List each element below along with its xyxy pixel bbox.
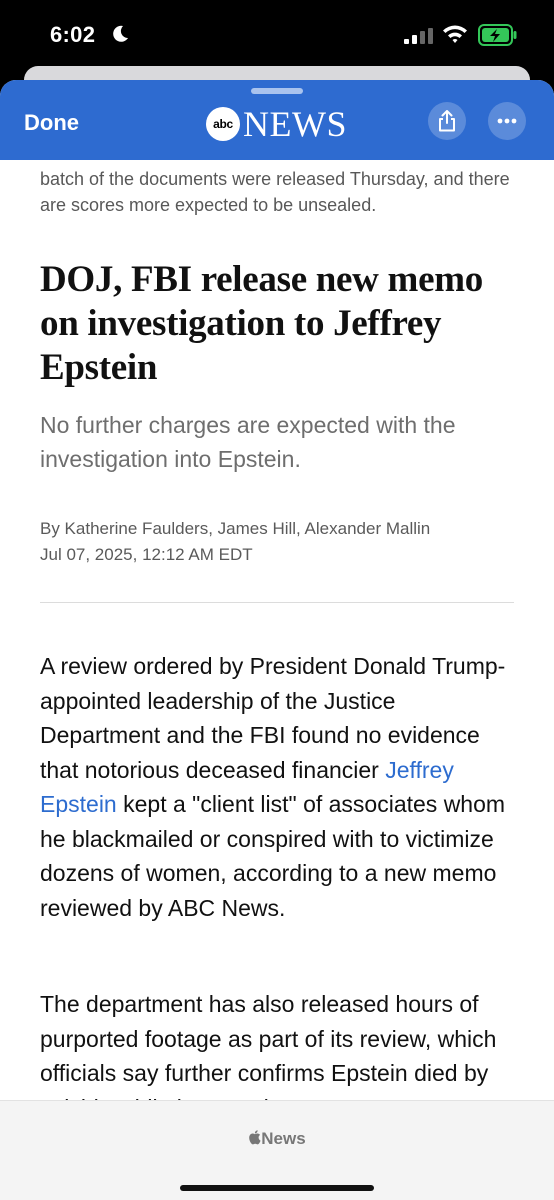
article-header: Done abc NEWS <box>0 80 554 160</box>
author-list: By Katherine Faulders, James Hill, Alexa… <box>40 519 431 538</box>
publish-date: Jul 07, 2025, 12:12 AM EDT <box>40 545 253 564</box>
abc-news-logo: abc NEWS <box>206 106 347 142</box>
cellular-signal-icon <box>404 28 433 44</box>
abc-logo-circle: abc <box>206 107 240 141</box>
previous-article-text: batch of the documents were released Thu… <box>40 169 510 215</box>
article-paragraph: A review ordered by President Donald Tru… <box>40 649 520 925</box>
wifi-icon <box>443 25 467 43</box>
article-byline: By Katherine Faulders, James Hill, Alexa… <box>40 516 520 568</box>
apple-news-footer: News <box>0 1100 554 1200</box>
divider <box>40 602 514 603</box>
sheet-grabber[interactable] <box>251 88 303 94</box>
article-sheet: Done abc NEWS batch of the documents wer… <box>0 80 554 1200</box>
status-bar: 6:02 <box>0 0 554 72</box>
share-button[interactable] <box>428 102 466 140</box>
home-indicator[interactable] <box>180 1185 374 1191</box>
article-subhead: No further charges are expected with the… <box>40 412 456 472</box>
apple-news-brand: News <box>0 1129 554 1149</box>
moon-icon <box>113 25 128 42</box>
apple-news-label: News <box>261 1129 306 1148</box>
article-content[interactable]: batch of the documents were released Thu… <box>0 160 554 1100</box>
share-icon <box>439 110 455 132</box>
apple-logo-icon <box>249 1130 261 1145</box>
done-button[interactable]: Done <box>24 110 79 136</box>
ellipsis-icon <box>497 118 517 124</box>
article-paragraph: The department has also released hours o… <box>40 991 497 1100</box>
more-options-button[interactable] <box>488 102 526 140</box>
article-headline: DOJ, FBI release new memo on investigati… <box>40 259 483 388</box>
news-logo-text: NEWS <box>243 104 347 144</box>
status-time: 6:02 <box>50 22 96 47</box>
battery-charging-icon <box>478 24 517 46</box>
